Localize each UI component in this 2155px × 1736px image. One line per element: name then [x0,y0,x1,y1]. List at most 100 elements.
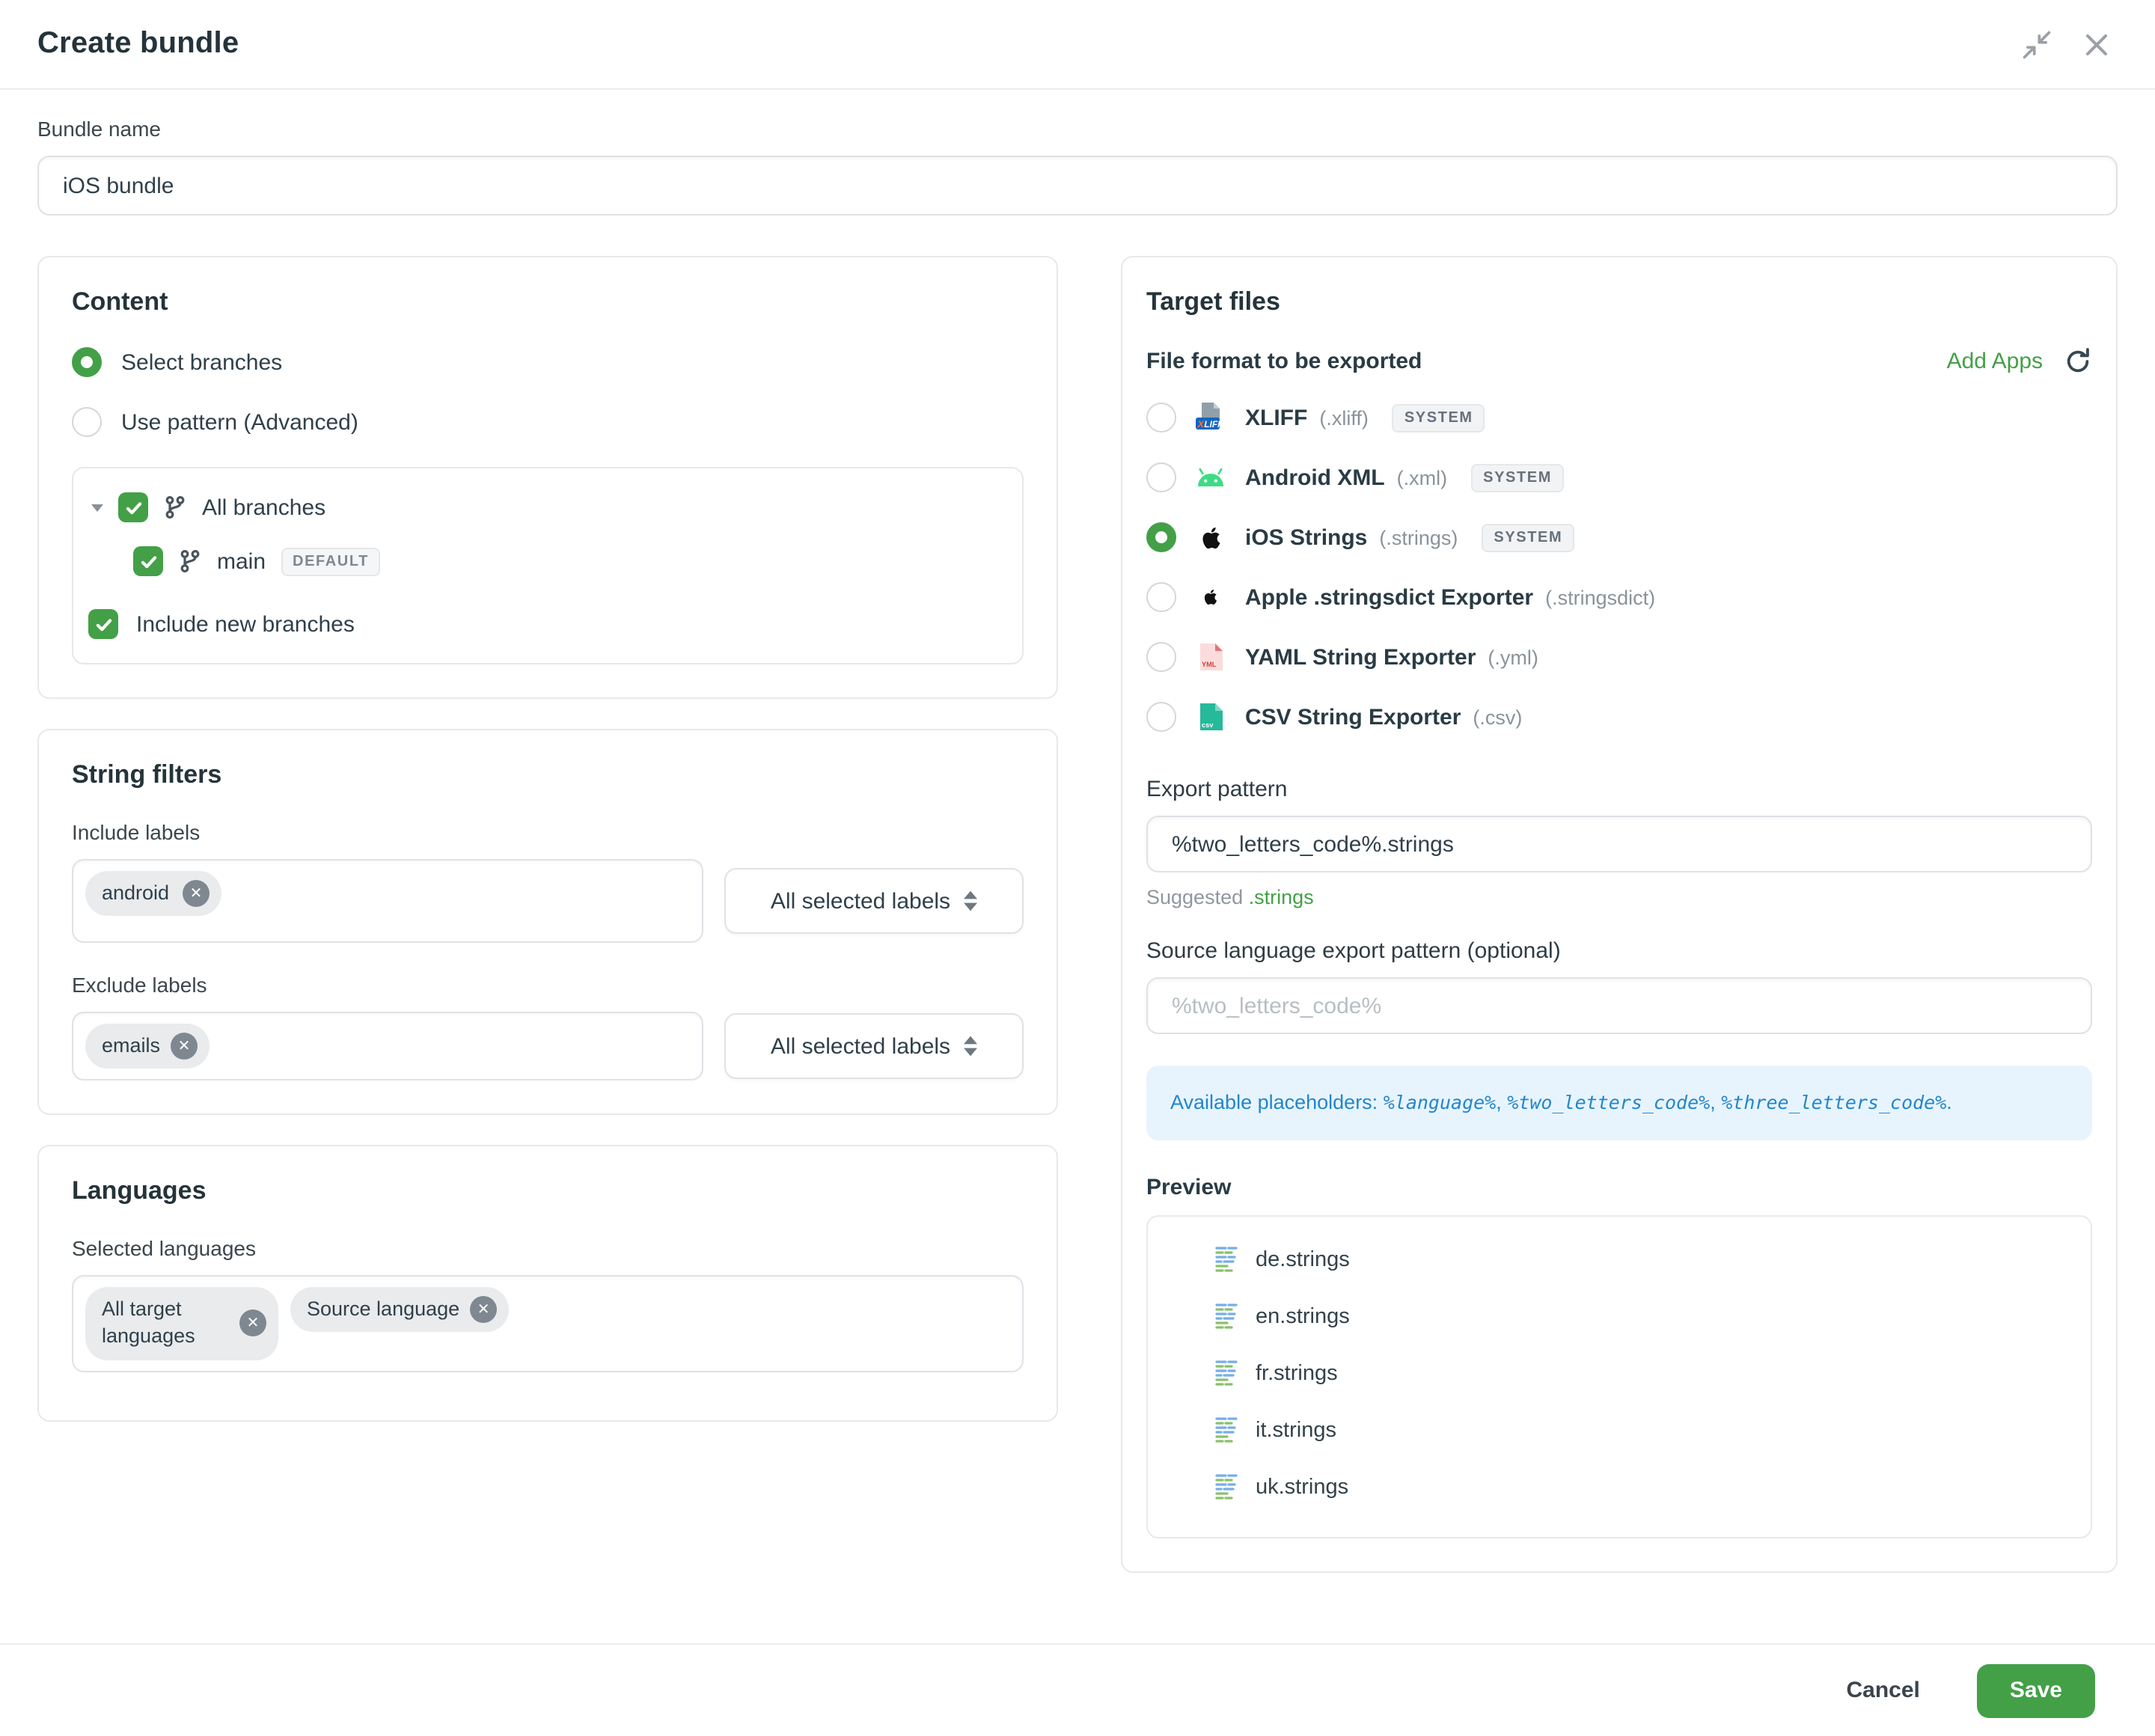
checkbox-main-branch[interactable] [133,546,163,576]
exclude-labels-label: Exclude labels [72,973,1024,997]
svg-text:LIFF: LIFF [1204,419,1223,430]
dropdown-value: All selected labels [771,888,950,914]
suggested-label: Suggested [1146,886,1243,908]
sort-arrows-icon [964,890,977,911]
radio-icon-unselected[interactable] [1146,642,1176,672]
dialog-header: Create bundle [0,0,2155,90]
format-option-stringsdict[interactable]: Apple .stringsdict Exporter (.stringsdic… [1146,567,2092,627]
suggested-strings-link[interactable]: .strings [1249,886,1314,908]
radio-use-pattern-label: Use pattern (Advanced) [121,409,358,435]
label-chip: android ✕ [85,871,221,916]
checkbox-include-new-branches[interactable] [88,609,118,639]
android-icon [1194,467,1227,488]
tree-row-main[interactable]: main DEFAULT [133,546,1001,576]
system-badge: SYSTEM [1393,403,1485,432]
export-pattern-input[interactable] [1146,816,2092,872]
dropdown-value: All selected labels [771,1033,950,1059]
format-name: XLIFF [1245,405,1307,430]
radio-use-pattern[interactable]: Use pattern (Advanced) [72,407,1024,437]
format-name: YAML String Exporter [1245,644,1476,670]
close-icon[interactable] [2080,28,2113,61]
radio-icon-unselected[interactable] [1146,702,1176,732]
remove-chip-icon[interactable]: ✕ [171,1033,198,1060]
format-option-yaml[interactable]: YML YAML String Exporter (.yml) [1146,627,2092,687]
csv-file-icon: csv [1194,702,1227,732]
strings-file-icon [1215,1473,1238,1503]
include-labels-dropdown[interactable]: All selected labels [724,868,1024,934]
xliff-file-icon: X LIFF [1194,401,1227,434]
strings-file-icon [1215,1303,1238,1333]
target-files-heading: Target files [1146,287,2092,317]
file-format-label: File format to be exported [1146,349,1422,374]
include-new-branches-row[interactable]: Include new branches [88,609,1001,639]
file-format-list: X LIFF XLIFF (.xliff) SYSTEM [1146,388,2092,747]
strings-file-icon [1215,1416,1238,1446]
system-badge: SYSTEM [1471,463,1564,492]
format-ext: (.stringsdict) [1545,586,1655,608]
label-chip: emails ✕ [85,1024,210,1069]
exclude-labels-input[interactable]: emails ✕ [72,1012,703,1081]
radio-icon-unselected[interactable] [1146,582,1176,612]
caret-down-icon[interactable] [88,498,106,516]
preview-file-name: uk.strings [1256,1476,1348,1500]
preview-file-name: en.strings [1256,1306,1350,1330]
placeholders-prefix: Available placeholders: [1170,1091,1378,1113]
preview-list: de.stringsen.stringsfr.stringsit.strings… [1146,1216,2092,1539]
bundle-name-input[interactable] [37,156,2118,216]
git-branch-icon [163,495,187,519]
dialog-title: Create bundle [37,27,239,61]
preview-file-row: fr.strings [1215,1346,2091,1403]
chip-label: emails [102,1033,160,1060]
preview-file-row: uk.strings [1215,1460,2091,1517]
placeholder-code: %three_letters_code% [1721,1091,1946,1113]
radio-select-branches[interactable]: Select branches [72,347,1024,377]
remove-chip-icon[interactable]: ✕ [183,880,210,907]
preview-heading: Preview [1146,1176,2092,1201]
format-option-csv[interactable]: csv CSV String Exporter (.csv) [1146,687,2092,747]
radio-icon-selected[interactable] [1146,522,1176,552]
language-chip: All target languages ✕ [85,1287,278,1360]
branches-tree: All branches [72,467,1024,664]
preview-file-name: fr.strings [1256,1363,1338,1387]
checkbox-all-branches[interactable] [118,492,148,522]
placeholder-code: %language% [1384,1091,1497,1113]
source-pattern-input[interactable] [1146,977,2092,1034]
languages-card: Languages Selected languages All target … [37,1145,1058,1421]
remove-chip-icon[interactable]: ✕ [239,1310,266,1337]
export-pattern-label: Export pattern [1146,777,2092,802]
radio-icon-unselected[interactable] [1146,462,1176,492]
format-name: iOS Strings [1245,525,1367,550]
tree-row-all-branches[interactable]: All branches [88,492,1001,522]
radio-icon-unselected[interactable] [72,407,102,437]
add-apps-link[interactable]: Add Apps [1947,349,2043,374]
format-option-android-xml[interactable]: Android XML (.xml) SYSTEM [1146,447,2092,507]
svg-text:csv: csv [1201,721,1213,729]
include-new-branches-label: Include new branches [136,611,355,637]
selected-languages-input[interactable]: All target languages ✕ Source language ✕ [72,1275,1024,1372]
format-name: CSV String Exporter [1245,704,1461,730]
radio-icon-unselected[interactable] [1146,403,1176,433]
format-ext: (.strings) [1379,526,1458,548]
exclude-labels-dropdown[interactable]: All selected labels [724,1013,1024,1079]
placeholders-list: %language%, %two_letters_code%, %three_l… [1384,1091,1952,1113]
collapse-icon[interactable] [2020,28,2053,61]
chip-label: Source language [307,1296,459,1323]
refresh-icon[interactable] [2064,347,2092,376]
remove-chip-icon[interactable]: ✕ [470,1297,497,1324]
format-option-ios-strings[interactable]: iOS Strings (.strings) SYSTEM [1146,507,2092,567]
format-option-xliff[interactable]: X LIFF XLIFF (.xliff) SYSTEM [1146,388,2092,447]
format-ext: (.csv) [1473,706,1522,728]
save-button[interactable]: Save [1977,1663,2095,1717]
apple-icon [1194,523,1227,551]
include-labels-input[interactable]: android ✕ [72,859,703,943]
format-ext: (.yml) [1488,646,1538,668]
cancel-button[interactable]: Cancel [1847,1678,1920,1703]
create-bundle-dialog: Create bundle Bundle name [0,0,2155,1736]
suggested-row: Suggested .strings [1146,886,2092,908]
radio-icon-selected[interactable] [72,347,102,377]
radio-select-branches-label: Select branches [121,349,282,375]
format-name: Apple .stringsdict Exporter [1245,584,1533,610]
apple-icon [1194,587,1227,608]
preview-file-name: it.strings [1256,1419,1336,1443]
selected-languages-label: Selected languages [72,1236,1024,1260]
